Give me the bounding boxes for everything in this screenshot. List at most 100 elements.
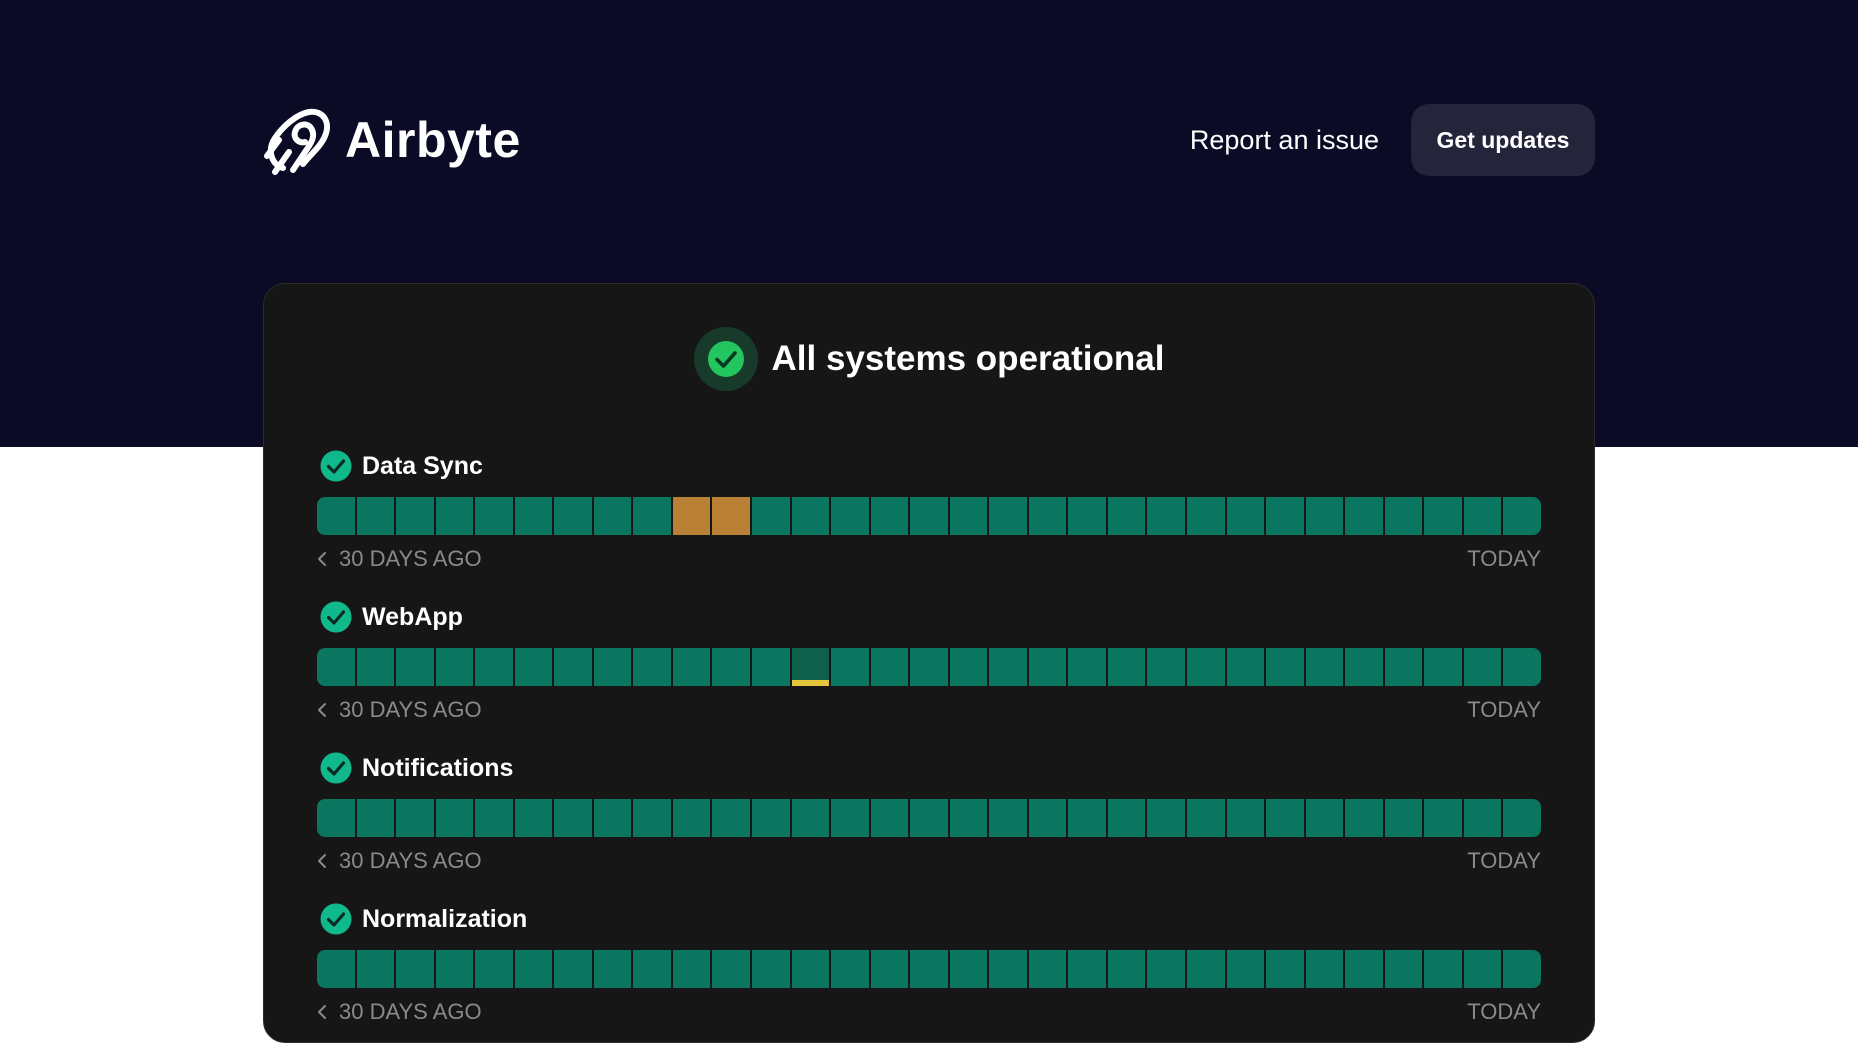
uptime-day-bar[interactable] <box>870 950 909 988</box>
uptime-day-bar[interactable] <box>831 648 869 686</box>
uptime-day-bar[interactable] <box>1187 799 1225 837</box>
uptime-day-bar[interactable] <box>752 799 790 837</box>
uptime-day-bar[interactable] <box>435 799 474 837</box>
uptime-day-bar[interactable] <box>554 497 592 535</box>
uptime-day-bar[interactable] <box>1503 799 1541 837</box>
uptime-day-bar[interactable] <box>870 799 909 837</box>
uptime-day-bar[interactable] <box>672 497 711 535</box>
uptime-day-bar[interactable] <box>1068 497 1106 535</box>
uptime-day-bar[interactable] <box>672 799 711 837</box>
uptime-day-bar[interactable] <box>435 497 474 535</box>
uptime-day-bar[interactable] <box>1305 497 1344 535</box>
uptime-day-bar[interactable] <box>1107 497 1146 535</box>
range-start[interactable]: 30 DAYS AGO <box>317 545 482 573</box>
uptime-day-bar[interactable] <box>514 950 553 988</box>
uptime-day-bar[interactable] <box>1266 950 1304 988</box>
uptime-day-bar[interactable] <box>1187 648 1225 686</box>
uptime-day-bar[interactable] <box>633 497 671 535</box>
uptime-day-bar[interactable] <box>475 799 513 837</box>
uptime-day-bar[interactable] <box>514 497 553 535</box>
uptime-day-bar[interactable] <box>396 950 434 988</box>
uptime-day-bar[interactable] <box>752 497 790 535</box>
uptime-day-bar[interactable] <box>435 950 474 988</box>
uptime-day-bar[interactable] <box>910 648 948 686</box>
uptime-day-bar[interactable] <box>1345 497 1383 535</box>
uptime-day-bar[interactable] <box>1384 799 1423 837</box>
uptime-day-bar[interactable] <box>712 799 751 837</box>
uptime-day-bar[interactable] <box>435 648 474 686</box>
uptime-day-bar[interactable] <box>672 648 711 686</box>
uptime-day-bar[interactable] <box>317 648 355 686</box>
uptime-day-bar[interactable] <box>1226 648 1265 686</box>
uptime-day-bar[interactable] <box>396 497 434 535</box>
uptime-day-bar[interactable] <box>1147 497 1186 535</box>
uptime-day-bar[interactable] <box>475 497 513 535</box>
uptime-day-bar[interactable] <box>712 497 751 535</box>
uptime-day-bar[interactable] <box>356 497 395 535</box>
uptime-day-bar[interactable] <box>1028 799 1067 837</box>
uptime-day-bar[interactable] <box>1424 648 1462 686</box>
uptime-day-bar[interactable] <box>1463 648 1502 686</box>
uptime-day-bar[interactable] <box>1147 799 1186 837</box>
uptime-day-bar[interactable] <box>1345 799 1383 837</box>
uptime-day-bar[interactable] <box>593 799 632 837</box>
uptime-day-bar[interactable] <box>1187 950 1225 988</box>
uptime-day-bar[interactable] <box>712 648 751 686</box>
uptime-day-bar[interactable] <box>1028 497 1067 535</box>
uptime-day-bar[interactable] <box>514 799 553 837</box>
uptime-day-bar[interactable] <box>633 950 671 988</box>
uptime-day-bar[interactable] <box>1424 497 1462 535</box>
uptime-day-bar[interactable] <box>949 648 988 686</box>
uptime-day-bar[interactable] <box>554 648 592 686</box>
uptime-day-bar[interactable] <box>554 950 592 988</box>
uptime-day-bar[interactable] <box>1147 648 1186 686</box>
uptime-day-bar[interactable] <box>712 950 751 988</box>
uptime-day-bar[interactable] <box>1028 950 1067 988</box>
uptime-day-bar[interactable] <box>791 799 830 837</box>
uptime-day-bar[interactable] <box>396 648 434 686</box>
report-issue-link[interactable]: Report an issue <box>1190 125 1379 156</box>
uptime-day-bar[interactable] <box>356 648 395 686</box>
uptime-day-bar[interactable] <box>1226 950 1265 988</box>
uptime-day-bar[interactable] <box>949 950 988 988</box>
uptime-day-bar[interactable] <box>1384 950 1423 988</box>
uptime-day-bar[interactable] <box>1503 648 1541 686</box>
uptime-day-bar[interactable] <box>1503 950 1541 988</box>
uptime-day-bar[interactable] <box>910 799 948 837</box>
uptime-day-bar[interactable] <box>1226 799 1265 837</box>
uptime-day-bar[interactable] <box>1028 648 1067 686</box>
uptime-day-bar[interactable] <box>1068 799 1106 837</box>
uptime-day-bar[interactable] <box>831 799 869 837</box>
uptime-day-bar[interactable] <box>1226 497 1265 535</box>
uptime-day-bar[interactable] <box>752 648 790 686</box>
uptime-day-bar[interactable] <box>1424 799 1462 837</box>
uptime-day-bar[interactable] <box>1107 648 1146 686</box>
uptime-day-bar[interactable] <box>1424 950 1462 988</box>
uptime-day-bar[interactable] <box>910 497 948 535</box>
uptime-day-bar[interactable] <box>910 950 948 988</box>
brand-logo[interactable]: Airbyte <box>263 104 521 176</box>
uptime-day-bar[interactable] <box>831 497 869 535</box>
uptime-day-bar[interactable] <box>554 799 592 837</box>
uptime-day-bar[interactable] <box>870 648 909 686</box>
uptime-day-bar[interactable] <box>1068 950 1106 988</box>
uptime-day-bar[interactable] <box>396 799 434 837</box>
uptime-day-bar[interactable] <box>633 648 671 686</box>
uptime-day-bar[interactable] <box>989 799 1027 837</box>
range-start[interactable]: 30 DAYS AGO <box>317 847 482 875</box>
uptime-day-bar[interactable] <box>593 648 632 686</box>
uptime-day-bar[interactable] <box>1305 799 1344 837</box>
uptime-day-bar[interactable] <box>989 950 1027 988</box>
uptime-day-bar[interactable] <box>514 648 553 686</box>
uptime-day-bar[interactable] <box>791 950 830 988</box>
uptime-day-bar[interactable] <box>1187 497 1225 535</box>
uptime-day-bar[interactable] <box>1345 950 1383 988</box>
range-start[interactable]: 30 DAYS AGO <box>317 998 482 1026</box>
uptime-day-bar[interactable] <box>1147 950 1186 988</box>
uptime-day-bar[interactable] <box>791 497 830 535</box>
uptime-day-bar[interactable] <box>1107 799 1146 837</box>
range-start[interactable]: 30 DAYS AGO <box>317 696 482 724</box>
uptime-day-bar[interactable] <box>831 950 869 988</box>
uptime-day-bar[interactable] <box>317 497 355 535</box>
uptime-day-bar[interactable] <box>791 648 830 686</box>
